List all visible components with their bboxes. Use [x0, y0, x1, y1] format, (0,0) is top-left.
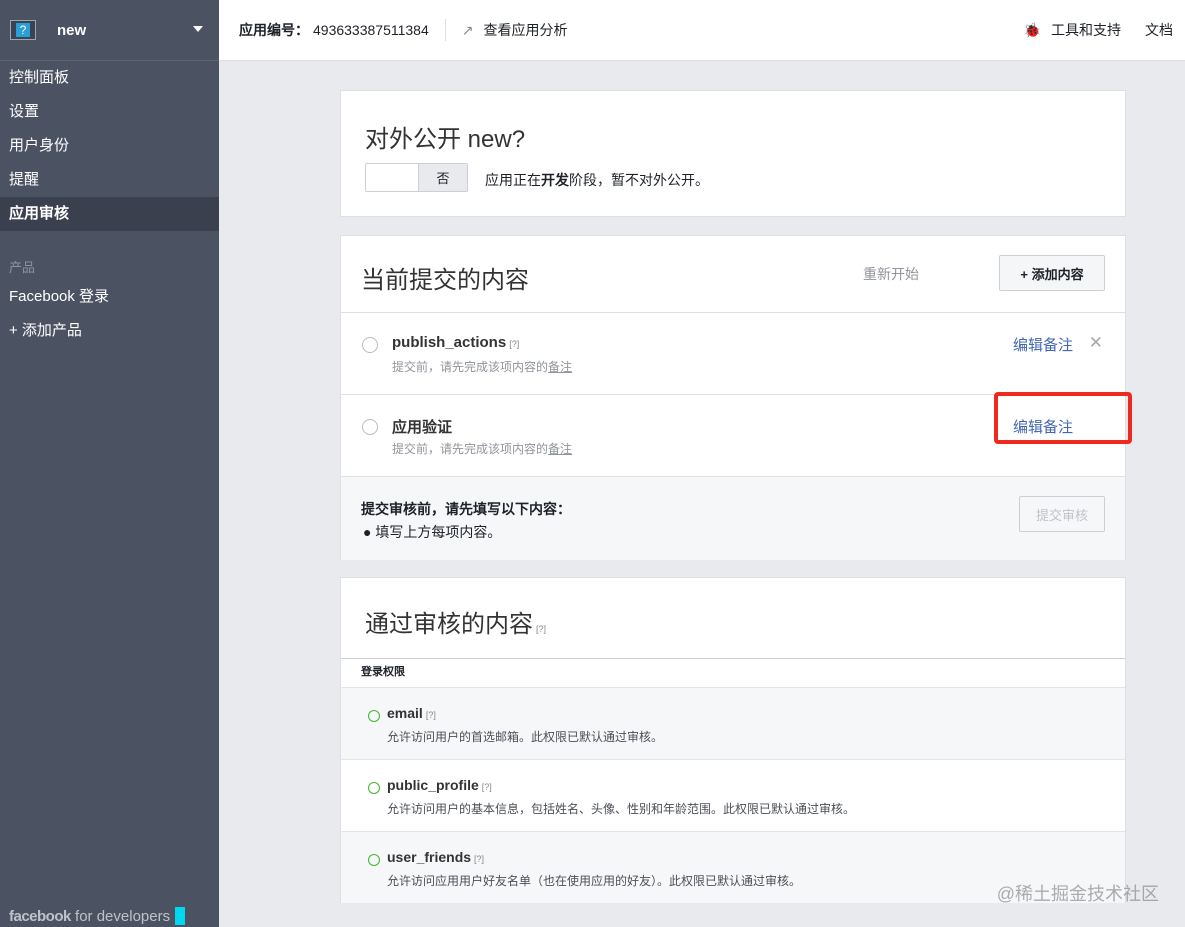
- app-switcher[interactable]: ? new: [0, 0, 219, 61]
- help-icon[interactable]: [?]: [536, 624, 546, 634]
- item-title: 应用验证: [392, 419, 453, 436]
- submission-item: publish_actions [?] 提交前，请先完成该项内容的备注 编辑备注 …: [341, 312, 1125, 394]
- permission-item: email [?] 允许访问用户的首选邮箱。此权限已默认通过审核。: [341, 687, 1125, 759]
- requirement-item: ● 填写上方每项内容。: [363, 524, 502, 540]
- note-link[interactable]: 备注: [548, 442, 572, 456]
- permission-item: public_profile [?] 允许访问用户的基本信息，包括姓名、头像、性别和…: [341, 759, 1125, 831]
- item-note-hint: 提交前，请先完成该项内容的备注: [392, 360, 573, 374]
- sidebar-item-roles[interactable]: 用户身份: [0, 129, 219, 163]
- sidebar-item-dashboard[interactable]: 控制面板: [0, 61, 219, 95]
- go-public-title: 对外公开 new?: [365, 126, 526, 153]
- dev-status-text: 应用正在开发阶段，暂不对外公开。: [485, 172, 709, 188]
- analytics-link[interactable]: 查看应用分析: [484, 20, 568, 40]
- top-bar: 应用编号： 493633387511384 ↗ 查看应用分析 🐞 工具和支持 文档: [219, 0, 1185, 61]
- sidebar-section-products: 产品: [9, 260, 36, 275]
- login-permissions-header: 登录权限: [341, 658, 1125, 687]
- check-circle-icon: [368, 854, 380, 866]
- add-item-button[interactable]: + 添加内容: [999, 255, 1105, 291]
- requirements-title: 提交审核前，请先填写以下内容：: [361, 501, 571, 517]
- app-name: new: [57, 21, 87, 39]
- help-icon[interactable]: [?]: [509, 339, 519, 349]
- sidebar-item-add-product[interactable]: + 添加产品: [0, 314, 219, 348]
- item-title: publish_actions: [392, 334, 507, 351]
- note-link[interactable]: 备注: [548, 360, 572, 374]
- close-icon[interactable]: ✕: [1089, 333, 1103, 353]
- sidebar: ? new 控制面板 设置 用户身份 提醒 应用审核 产品 Facebook 登…: [0, 0, 219, 927]
- approved-title: 通过审核的内容 [?]: [365, 611, 547, 638]
- check-circle-icon: [368, 710, 380, 722]
- app-id-label: 应用编号：: [239, 22, 309, 38]
- bug-icon: 🐞: [1023, 22, 1041, 38]
- watermark: @稀土掘金技术社区: [996, 884, 1159, 904]
- sidebar-item-settings[interactable]: 设置: [0, 95, 219, 129]
- restart-link[interactable]: 重新开始: [863, 264, 919, 284]
- submit-review-button[interactable]: 提交审核: [1019, 496, 1105, 532]
- sidebar-item-app-review[interactable]: 应用审核: [0, 197, 219, 231]
- highlight-box: [994, 392, 1132, 444]
- approved-card: 通过审核的内容 [?] 登录权限 email [?] 允许访问用户的首选邮箱。此权限已…: [340, 577, 1126, 903]
- radio-icon[interactable]: [362, 337, 378, 353]
- edit-note-link[interactable]: 编辑备注: [1013, 334, 1073, 355]
- go-public-card: 对外公开 new? 否 应用正在开发阶段，暂不对外公开。: [340, 90, 1126, 217]
- sidebar-item-alerts[interactable]: 提醒: [0, 163, 219, 197]
- submission-title: 当前提交的内容: [361, 267, 529, 294]
- app-id: 493633387511384: [313, 22, 429, 38]
- submission-card: 当前提交的内容 重新开始 + 添加内容 publish_actions [?] 提…: [340, 235, 1132, 560]
- submission-footer: 提交审核前，请先填写以下内容： ● 填写上方每项内容。 提交审核: [341, 476, 1125, 560]
- sidebar-item-facebook-login[interactable]: Facebook 登录: [0, 280, 219, 314]
- app-icon: ?: [10, 20, 36, 40]
- radio-icon[interactable]: [362, 419, 378, 435]
- trend-icon: ↗: [461, 21, 474, 38]
- submission-item: 应用验证 提交前，请先完成该项内容的备注 编辑备注: [341, 392, 1132, 476]
- facebook-for-developers-logo: facebook for developers: [9, 907, 186, 925]
- docs-link[interactable]: 文档: [1145, 20, 1173, 40]
- item-note-hint: 提交前，请先完成该项内容的备注: [392, 442, 573, 456]
- public-toggle[interactable]: 否: [365, 163, 468, 192]
- check-circle-icon: [368, 782, 380, 794]
- tools-support-link[interactable]: 🐞 工具和支持: [1024, 20, 1121, 40]
- caret-down-icon: [193, 26, 203, 32]
- divider: [444, 19, 446, 41]
